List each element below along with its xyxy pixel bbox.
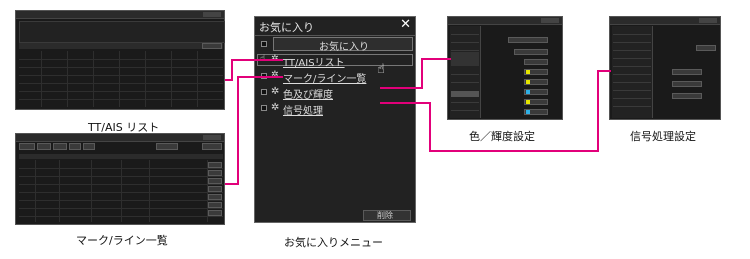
tt-ais-list-window [15,10,225,110]
add-checkbox[interactable] [261,41,267,47]
connector-line [421,58,423,89]
connector-line [380,87,422,89]
favorite-item-label[interactable]: TT/AISリスト [283,54,345,69]
connector-line [231,59,283,61]
color-brightness-window [447,16,563,120]
tab-all[interactable] [83,143,95,150]
connector-line [597,70,599,152]
connector-line [421,58,451,60]
color-swatch [526,100,530,104]
column-header-row [19,43,223,49]
item-checkbox[interactable] [261,105,267,111]
column-header-row [19,154,223,159]
star-icon: ✲ [271,70,279,80]
tab-mark[interactable] [53,143,67,150]
favorites-divider [255,35,415,36]
favorites-menu-window: お気に入り ✕ お気に入り ☝ ✲ TT/AISリスト ☝ ✲ マーク/ライン一… [254,16,416,223]
gear-icon: ✲ [271,86,280,97]
caption-mark-line: マーク/ライン一覧 [76,234,168,247]
connector-line [429,150,599,152]
window-titlebar [16,11,224,19]
connector-line [597,70,611,72]
setting-button[interactable] [202,43,222,49]
delete-button-label: 削除 [377,211,393,220]
color-swatch [526,70,530,74]
caption-color: 色／輝度設定 [469,130,535,143]
row-action-buttons[interactable] [208,162,222,220]
connector-line [237,76,283,78]
color-swatch [526,110,530,114]
window-controls[interactable] [203,135,221,140]
hand-cursor-icon: ☝ [377,62,385,77]
window-controls[interactable] [203,12,221,17]
signal-processing-window [609,16,721,120]
window-controls[interactable] [541,18,559,23]
caption-signal: 信号処理設定 [630,130,696,143]
color-swatch [526,90,530,94]
settings-rows[interactable] [656,29,718,115]
list-area [19,160,223,222]
window-controls[interactable] [699,18,717,23]
connector-line [237,76,239,185]
side-menu[interactable] [612,26,653,118]
window-titlebar [16,134,224,142]
connector-line [231,59,233,81]
connector-line [380,102,430,104]
settings-rows[interactable] [484,29,560,115]
tab-filter[interactable] [69,143,81,150]
gear-icon: ✲ [271,102,280,113]
favorite-item-label[interactable]: 信号処理 [283,102,323,117]
list-area [19,51,223,107]
favorite-item-label[interactable]: 色及び輝度 [283,86,333,101]
tab-line[interactable] [37,143,51,150]
add-favorite-label: お気に入り [319,42,369,53]
mark-line-list-window [15,133,225,225]
color-swatch [526,80,530,84]
side-menu[interactable] [450,26,481,118]
page-input[interactable] [156,143,178,150]
page-buttons[interactable] [202,143,222,150]
close-icon[interactable]: ✕ [400,17,411,32]
connector-line [429,102,431,152]
tab-load[interactable] [19,143,35,150]
favorite-item-label[interactable]: マーク/ライン一覧 [283,70,366,85]
item-checkbox[interactable] [261,89,267,95]
favorites-title: お気に入り [259,21,314,34]
header-panel [19,21,225,43]
caption-favorites-menu: お気に入りメニュー [284,236,383,249]
